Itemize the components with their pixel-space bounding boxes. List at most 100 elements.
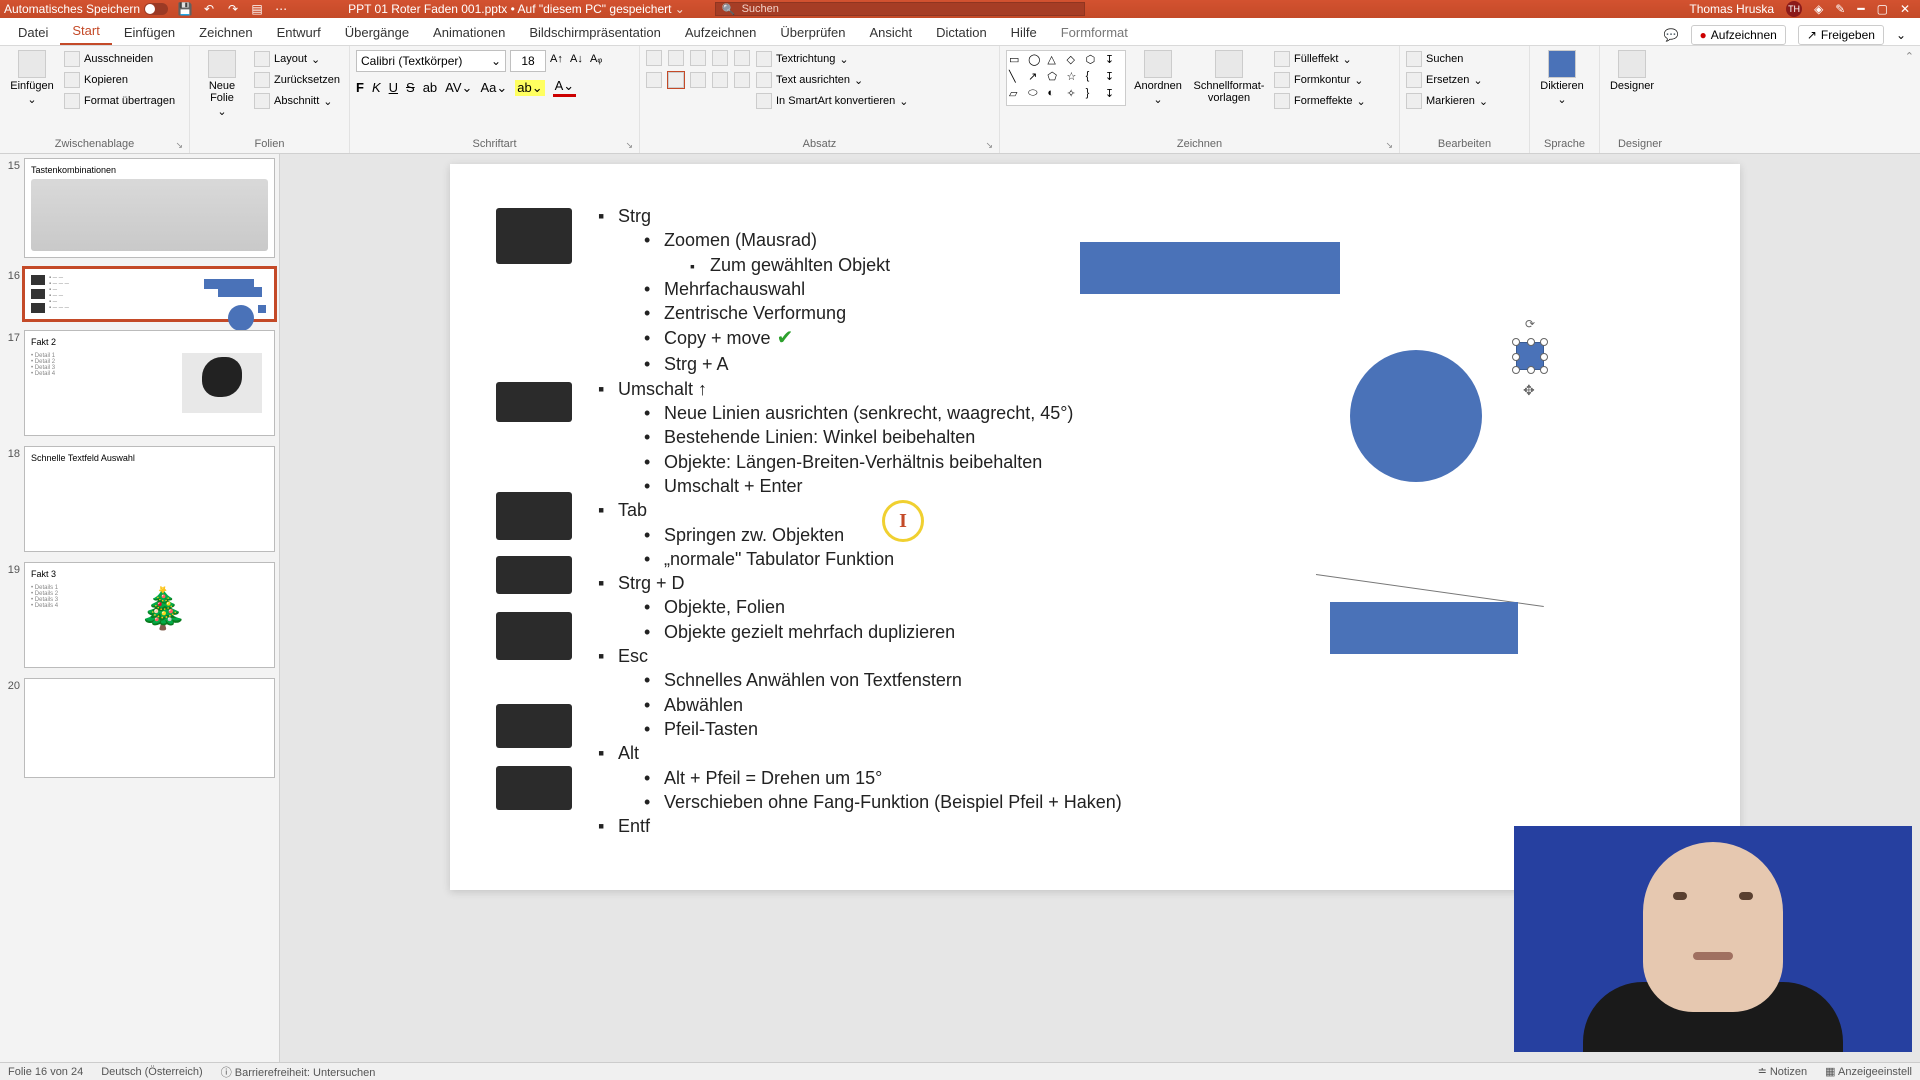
tab-datei[interactable]: Datei (6, 19, 60, 45)
tab-ueberpruefen[interactable]: Überprüfen (768, 19, 857, 45)
tab-aufzeichnen[interactable]: Aufzeichnen (673, 19, 769, 45)
share-button[interactable]: ↗ Freigeben (1798, 25, 1884, 45)
tab-bildschirmpraesentation[interactable]: Bildschirmpräsentation (517, 19, 673, 45)
spacing-button[interactable]: AV⌄ (445, 80, 472, 96)
maximize-icon[interactable]: ▢ (1877, 2, 1888, 16)
shape-outline-button[interactable]: Formkontur ⌄ (1274, 71, 1366, 89)
slideshow-icon[interactable]: ▤ (250, 2, 264, 16)
user-name[interactable]: Thomas Hruska (1689, 2, 1774, 16)
shape-rect-top[interactable] (1080, 242, 1340, 294)
ribbon-collapse-icon[interactable]: ⌄ (1896, 28, 1906, 42)
columns-icon[interactable] (734, 72, 750, 88)
undo-icon[interactable]: ↶ (202, 2, 216, 16)
avatar[interactable]: TH (1786, 1, 1802, 17)
status-accessibility[interactable]: ⓘ Barrierefreiheit: Untersuchen (221, 1064, 376, 1080)
tab-animationen[interactable]: Animationen (421, 19, 517, 45)
designer-button[interactable]: Designer (1606, 50, 1658, 92)
shape-fill-button[interactable]: Fülleffekt ⌄ (1274, 50, 1366, 68)
tab-ansicht[interactable]: Ansicht (857, 19, 924, 45)
align-center-icon[interactable] (668, 72, 684, 88)
tab-einfuegen[interactable]: Einfügen (112, 19, 187, 45)
collapse-ribbon-icon[interactable]: ⌃ (1899, 46, 1920, 153)
text-direction-button[interactable]: Textrichtung ⌄ (756, 50, 908, 68)
shapes-gallery[interactable]: ▭◯△◇⬡↧ ╲↗⬠☆{↧ ▱⬭◐✧}↧ (1006, 50, 1126, 106)
paste-button[interactable]: Einfügen⌄ (6, 50, 58, 106)
minimize-icon[interactable]: ━ (1857, 2, 1864, 16)
justify-icon[interactable] (712, 72, 728, 88)
numbering-icon[interactable] (668, 50, 684, 66)
new-slide-button[interactable]: Neue Folie⌄ (196, 50, 248, 118)
shape-small-square-selected[interactable]: ⟳ ✥ (1516, 342, 1544, 370)
slide-text[interactable]: StrgZoomen (Mausrad)Zum gewählten Objekt… (598, 204, 1158, 838)
replace-button[interactable]: Ersetzen ⌄ (1406, 71, 1488, 89)
font-size-dropdown[interactable]: 18 (510, 50, 546, 72)
font-name-dropdown[interactable]: Calibri (Textkörper)⌄ (356, 50, 506, 72)
tab-dictation[interactable]: Dictation (924, 19, 999, 45)
tab-hilfe[interactable]: Hilfe (999, 19, 1049, 45)
thumb-slide-19[interactable]: Fakt 3 • Details 1• Details 2• Details 3… (24, 562, 275, 668)
save-icon[interactable]: 💾 (178, 2, 192, 16)
coming-soon-icon[interactable]: ◈ (1814, 2, 1823, 16)
move-handle-icon[interactable]: ✥ (1523, 382, 1535, 399)
dialog-launcher-icon[interactable]: ↘ (625, 140, 633, 151)
bold-button[interactable]: F (356, 80, 364, 95)
case-button[interactable]: Aa⌄ (480, 80, 507, 96)
italic-button[interactable]: K (372, 80, 381, 95)
font-color-button[interactable]: A⌄ (553, 78, 577, 97)
record-button[interactable]: ●Aufzeichnen (1691, 25, 1786, 45)
smartart-button[interactable]: In SmartArt konvertieren ⌄ (756, 92, 908, 110)
redo-icon[interactable]: ↷ (226, 2, 240, 16)
shape-rect-bottom[interactable] (1330, 602, 1518, 654)
format-painter-button[interactable]: Format übertragen (64, 92, 175, 110)
thumb-slide-20[interactable]: They went to Sahara… You wouldn´t believ… (24, 678, 275, 778)
thumb-slide-17[interactable]: Fakt 2 • Detail 1• Detail 2• Detail 3• D… (24, 330, 275, 436)
layout-button[interactable]: Layout ⌄ (254, 50, 340, 68)
tab-uebergaenge[interactable]: Übergänge (333, 19, 421, 45)
indent-dec-icon[interactable] (690, 50, 706, 66)
more-qa-icon[interactable]: ⋯ (274, 2, 288, 16)
indent-inc-icon[interactable] (712, 50, 728, 66)
bullets-icon[interactable] (646, 50, 662, 66)
tab-formformat[interactable]: Formformat (1049, 19, 1140, 45)
line-spacing-icon[interactable] (734, 50, 750, 66)
find-button[interactable]: Suchen (1406, 50, 1488, 68)
select-button[interactable]: Markieren ⌄ (1406, 92, 1488, 110)
ink-icon[interactable]: ✎ (1835, 2, 1845, 16)
highlight-button[interactable]: ab⌄ (515, 80, 544, 96)
align-text-button[interactable]: Text ausrichten ⌄ (756, 71, 908, 89)
align-left-icon[interactable] (646, 72, 662, 88)
copy-button[interactable]: Kopieren (64, 71, 175, 89)
thumb-slide-16[interactable]: ▪ ─ ─▪ ─ ─ ─▪ ─▪ ─ ─▪ ─▪ ─ ─ ─ (24, 268, 275, 320)
tab-zeichnen[interactable]: Zeichnen (187, 19, 264, 45)
shadow-button[interactable]: ab (423, 80, 437, 95)
quick-styles-button[interactable]: Schnellformat- vorlagen (1190, 50, 1268, 104)
section-button[interactable]: Abschnitt ⌄ (254, 92, 340, 110)
search-input[interactable]: 🔍Suchen (715, 2, 1085, 16)
dialog-launcher-icon[interactable]: ↘ (985, 140, 993, 151)
grow-font-icon[interactable]: A↑ (550, 53, 566, 69)
dictate-button[interactable]: Diktieren⌄ (1536, 50, 1588, 106)
tab-entwurf[interactable]: Entwurf (265, 19, 333, 45)
status-lang[interactable]: Deutsch (Österreich) (101, 1066, 202, 1078)
arrange-button[interactable]: Anordnen⌄ (1132, 50, 1184, 106)
dialog-launcher-icon[interactable]: ↘ (1385, 140, 1393, 151)
thumb-slide-15[interactable]: Tastenkombinationen (24, 158, 275, 258)
shrink-font-icon[interactable]: A↓ (570, 53, 586, 69)
comments-icon[interactable]: 💬 (1664, 28, 1679, 42)
notes-button[interactable]: ≐ Notizen (1758, 1065, 1808, 1078)
tab-start[interactable]: Start (60, 17, 111, 45)
clear-format-icon[interactable]: Aᵩ (590, 53, 606, 69)
shape-effects-button[interactable]: Formeffekte ⌄ (1274, 92, 1366, 110)
display-settings-button[interactable]: ▦ Anzeigeeinstell (1825, 1065, 1912, 1078)
strike-button[interactable]: S (406, 80, 415, 95)
shape-circle[interactable] (1350, 350, 1482, 482)
rotate-handle-icon[interactable]: ⟳ (1525, 317, 1535, 331)
underline-button[interactable]: U (389, 80, 398, 95)
thumb-slide-18[interactable]: Schnelle Textfeld Auswahl (24, 446, 275, 552)
align-right-icon[interactable] (690, 72, 706, 88)
reset-button[interactable]: Zurücksetzen (254, 71, 340, 89)
cut-button[interactable]: Ausschneiden (64, 50, 175, 68)
close-icon[interactable]: ✕ (1900, 2, 1910, 16)
dialog-launcher-icon[interactable]: ↘ (175, 140, 183, 151)
slide-thumbnails[interactable]: 15 Tastenkombinationen 16 ▪ ─ ─▪ ─ ─ ─▪ … (0, 154, 280, 1062)
